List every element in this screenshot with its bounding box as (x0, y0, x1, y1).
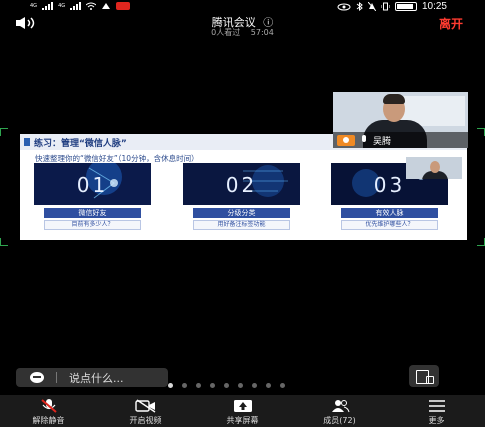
chat-input[interactable]: 说点什么... (16, 368, 168, 387)
more-button[interactable]: 更多 (388, 395, 485, 427)
card-title: 微信好友 (44, 208, 141, 218)
page-dot[interactable] (210, 383, 215, 388)
signal-strength-icon (42, 2, 54, 10)
mute-bell-icon (367, 2, 376, 11)
slide-card-2: 02 分级分类 用好备注标签功能 (183, 163, 300, 233)
card-subtitle: 目前有多少人？ (44, 220, 141, 230)
start-video-button[interactable]: 开启视频 (97, 395, 194, 427)
more-label: 更多 (428, 416, 445, 425)
frame-corner (0, 128, 8, 136)
unmute-label: 解除静音 (32, 416, 65, 425)
wifi-icon (86, 2, 97, 10)
slide-heading: 练习：管理“微信人脉” (34, 139, 127, 149)
page-dot[interactable] (224, 383, 229, 388)
picture-in-picture-button[interactable] (409, 365, 439, 387)
page-dot[interactable] (252, 383, 257, 388)
card-number: 02 (225, 173, 258, 197)
page-dot[interactable] (168, 383, 173, 388)
page-dot[interactable] (280, 383, 285, 388)
bottom-toolbar: 解除静音 开启视频 共享屏幕 成员(72) 更多 (0, 395, 485, 427)
leave-button[interactable]: 离开 (439, 15, 463, 32)
participant-name-bar: 吴腾 (333, 132, 468, 148)
chat-icon (30, 372, 44, 383)
network-type-2: 4G (58, 2, 66, 9)
share-screen-button[interactable]: 共享屏幕 (194, 395, 291, 427)
vibrate-icon (380, 2, 390, 11)
status-bar: 4G 4G 10:25 (0, 0, 485, 14)
page-indicator (168, 383, 285, 388)
notification-badge-icon (116, 2, 131, 10)
watch-count: 0人看过 (211, 28, 241, 37)
page-dot[interactable] (196, 383, 201, 388)
card-subtitle: 用好备注标签功能 (193, 220, 290, 230)
share-screen-label: 共享屏幕 (226, 416, 259, 425)
slide-card-1: 01 微信好友 目前有多少人？ (34, 163, 151, 233)
page-dot[interactable] (182, 383, 187, 388)
slide-bullet-mark (24, 138, 30, 146)
members-button[interactable]: 成员(72) (291, 395, 388, 427)
members-label: 成员(72) (323, 416, 356, 425)
start-video-label: 开启视频 (129, 416, 162, 425)
self-view-video[interactable] (406, 157, 462, 179)
meeting-status: 0人看过 57:04 (0, 27, 485, 38)
page-dot[interactable] (266, 383, 271, 388)
person-figure (430, 161, 440, 173)
members-icon (331, 400, 349, 413)
frame-corner (477, 238, 485, 246)
card-subtitle: 优先维护哪些人？ (341, 220, 438, 230)
menu-icon (428, 400, 445, 412)
network-type-1: 4G (30, 2, 38, 9)
eye-icon (337, 3, 351, 10)
host-badge-icon (337, 134, 355, 146)
shared-slide: 练习：管理“微信人脉” 快速整理你的“微信好友”（10分钟，含休息时间） 01 … (20, 134, 467, 240)
bluetooth-icon (356, 2, 363, 11)
divider (56, 372, 57, 383)
signal-strength-icon-2 (70, 2, 82, 10)
card-image: 02 (183, 163, 300, 205)
share-screen-icon (233, 400, 252, 412)
page-dot[interactable] (238, 383, 243, 388)
person-figure (383, 94, 405, 104)
meeting-duration: 57:04 (250, 28, 274, 37)
clock: 10:25 (421, 1, 447, 12)
frame-corner (0, 238, 8, 246)
unmute-button[interactable]: 解除静音 (0, 395, 97, 427)
cast-icon (102, 3, 111, 9)
participant-name: 吴腾 (373, 136, 392, 147)
card-number: 01 (76, 173, 109, 197)
microphone-icon (360, 135, 368, 145)
card-title: 分级分类 (193, 208, 290, 218)
card-title: 有效人脉 (341, 208, 438, 218)
card-image: 01 (34, 163, 151, 205)
battery-icon (394, 2, 417, 11)
microphone-muted-icon (40, 399, 57, 413)
chat-placeholder: 说点什么... (69, 371, 124, 385)
frame-corner (477, 128, 485, 136)
camera-off-icon (134, 399, 155, 413)
